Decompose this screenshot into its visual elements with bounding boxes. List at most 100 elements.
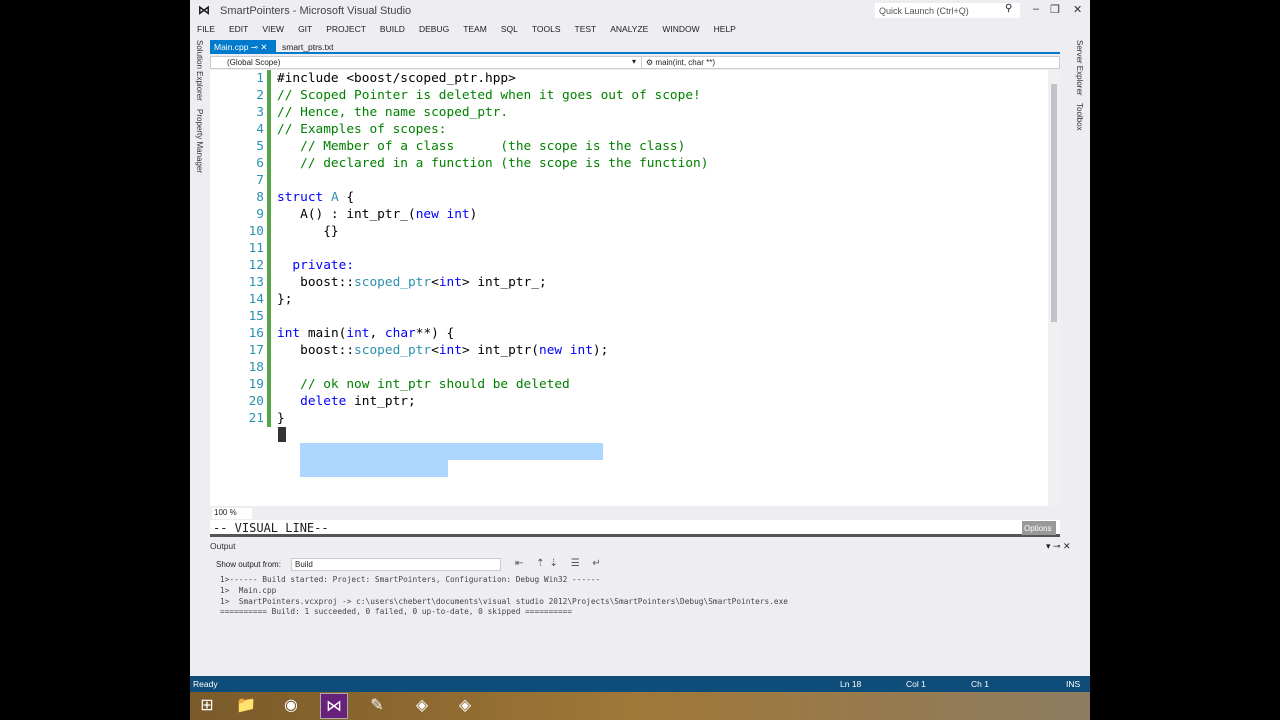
menu-debug[interactable]: DEBUG [412,20,456,37]
file-explorer-icon[interactable]: 📁 [232,693,260,719]
code-token: // Member of a class (the scope is the c… [277,139,686,154]
output-line: 1>------ Build started: Project: SmartPo… [220,575,601,584]
tab-smart-ptrs-txt[interactable]: smart_ptrs.txt [282,42,333,52]
code-editor[interactable]: 1 2 3 4 5 6 7 8 9 10 11 12 13 14 15 16 17 18 19 20 21 #inclu… [210,70,1060,506]
visual-studio-logo-icon: ⋈ [198,3,210,17]
menu-tools[interactable]: TOOLS [525,20,568,37]
code-line[interactable]: {} [277,223,338,240]
code-line[interactable]: // ok now int_ptr should be deleted [277,376,570,393]
close-tab-icon[interactable]: ✕ [260,42,267,52]
code-line[interactable]: private: [277,257,354,274]
menu-analyze[interactable]: ANALYZE [603,20,655,37]
output-toolbar-icons[interactable]: ⇤ ⇡⇣ ☰ ↵ [515,558,606,569]
code-token: < [431,343,439,358]
visual-studio-window: ⋈ SmartPointers - Microsoft Visual Studi… [190,0,1090,692]
tab-main-cpp[interactable]: Main.cpp ⊸ ✕ [210,40,276,54]
pen-tool-icon[interactable]: ✎ [363,693,391,719]
code-line[interactable]: A() : int_ptr_(new int) [277,206,477,223]
code-token: new int [415,207,470,222]
property-manager-tab[interactable]: Property Manager [195,109,204,173]
menu-window[interactable]: WINDOW [655,20,706,37]
menu-git[interactable]: GIT [291,20,319,37]
code-token: A() : int_ptr_( [277,207,416,222]
code-line[interactable]: delete int_ptr; [277,393,416,410]
code-line[interactable]: boost::scoped_ptr<int> int_ptr_; [277,274,547,291]
code-line[interactable]: // Scoped Pointer is deleted when it goe… [277,87,701,104]
code-token: // declared in a function (the scope is … [277,156,709,171]
scrollbar-thumb[interactable] [1051,84,1057,322]
code-line[interactable]: struct A { [277,189,354,206]
menu-help[interactable]: HELP [707,20,743,37]
output-toolbar: Show output from: Build ⇤ ⇡⇣ ☰ ↵ [210,558,1060,573]
status-ready: Ready [193,679,218,689]
quick-launch-input[interactable]: Quick Launch (Ctrl+Q) [875,3,1020,18]
scope-dropdown[interactable]: (Global Scope) [227,58,280,67]
app-icon[interactable]: ◈ [451,693,479,719]
options-button[interactable]: Options [1022,521,1056,535]
code-line[interactable]: int main(int, char**) { [277,325,454,342]
code-line[interactable]: // Hence, the name scoped_ptr. [277,104,508,121]
code-line[interactable]: } [277,410,285,427]
function-label: main(int, char **) [655,58,715,67]
output-text[interactable]: 1>------ Build started: Project: SmartPo… [216,574,1056,670]
code-token: scoped_ptr [354,343,432,358]
pin-icon[interactable]: ⊸ [251,42,258,52]
line-number: 9 [256,207,264,222]
chrome-icon[interactable]: ◉ [277,693,305,719]
output-line: 1> Main.cpp [220,586,277,595]
vim-mode-text: -- VISUAL LINE-- [213,521,329,535]
code-token: new int [538,343,593,358]
block-caret [278,427,286,442]
toolbox-tab[interactable]: Toolbox [1075,103,1084,131]
menu-team[interactable]: TEAM [456,20,494,37]
line-number: 4 [256,122,264,137]
output-panel-controls[interactable]: ▾ ⊸ ✕ [1046,541,1071,552]
close-button[interactable]: ✕ [1073,3,1082,16]
show-output-label: Show output from: [216,560,281,569]
code-line[interactable]: }; [277,291,292,308]
line-number: 14 [248,292,264,307]
menu-test[interactable]: TEST [568,20,604,37]
code-line[interactable]: // Member of a class (the scope is the c… [277,138,685,155]
menu-project[interactable]: PROJECT [319,20,373,37]
status-char: Ch 1 [971,679,989,689]
zoom-level-dropdown[interactable]: 100 % [212,508,252,519]
function-dropdown[interactable]: ⚙ main(int, char **) [641,57,1061,68]
line-number: 3 [256,105,264,120]
code-line[interactable]: boost::scoped_ptr<int> int_ptr(new int); [277,342,608,359]
server-explorer-tab[interactable]: Server Explorer [1075,40,1084,96]
windows-taskbar: ⊞ 📁 ◉ ⋈ ✎ ◈ ◈ [190,692,1090,720]
code-line[interactable]: #include <boost/scoped_ptr.hpp> [277,70,516,87]
menu-build[interactable]: BUILD [373,20,412,37]
line-number: 21 [248,411,264,426]
restore-button[interactable]: ❐ [1050,3,1060,16]
status-bar: Ready Ln 18 Col 1 Ch 1 INS [190,676,1090,692]
menu-view[interactable]: VIEW [255,20,291,37]
menu-file[interactable]: FILE [190,20,222,37]
window-title: SmartPointers - Microsoft Visual Studio [220,5,412,17]
solution-explorer-tab[interactable]: Solution Explorer [195,40,204,101]
line-number: 19 [248,377,264,392]
menu-bar: FILE EDIT VIEW GIT PROJECT BUILD DEBUG T… [190,20,1060,37]
line-number: 17 [248,343,264,358]
visual-studio-icon[interactable]: ⋈ [320,693,348,719]
menu-edit[interactable]: EDIT [222,20,255,37]
code-token: { [338,190,355,205]
menu-sql[interactable]: SQL [494,20,525,37]
change-tracking-margin [267,70,271,427]
minimize-button[interactable]: – [1033,3,1039,15]
code-line[interactable]: // Examples of scopes: [277,121,447,138]
status-column: Col 1 [906,679,926,689]
code-token: ); [592,343,609,358]
search-icon[interactable]: ⚲ [1005,3,1012,14]
windows-start-icon[interactable]: ⊞ [193,693,221,719]
code-token: A [330,190,339,205]
chevron-down-icon[interactable]: ▾ [632,57,636,66]
output-source-dropdown[interactable]: Build [291,558,501,571]
output-line: ========== Build: 1 succeeded, 0 failed,… [220,607,573,616]
app-icon[interactable]: ◈ [408,693,436,719]
vim-command-window[interactable]: -- VISUAL LINE-- Options [210,520,1060,537]
code-line[interactable]: // declared in a function (the scope is … [277,155,708,172]
code-token: char [384,326,416,341]
